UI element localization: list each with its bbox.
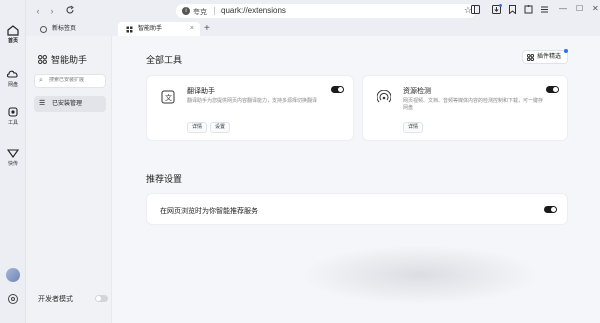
grid-icon xyxy=(38,55,47,64)
broadcast-icon xyxy=(377,90,391,103)
notification-dot xyxy=(564,49,568,53)
extension-card-resource: 资源检测 网页视频、文档、音频等媒体内容的检测控制和下载，可一键存 网盘 详情 xyxy=(362,75,568,141)
url-text: quark://extensions xyxy=(221,6,286,15)
grid-icon xyxy=(527,54,534,61)
home-icon xyxy=(7,25,19,36)
tool-icon xyxy=(8,107,18,117)
tab-label: 智能助手 xyxy=(138,26,163,32)
sidebar-item-tools[interactable]: 工具 xyxy=(0,106,26,126)
url-divider xyxy=(214,7,215,15)
sidebar-item-label: 快传 xyxy=(7,161,18,167)
tab-favicon-icon xyxy=(40,26,47,33)
cloud-icon xyxy=(6,70,18,78)
left-sidebar: 首页 网盘 工具 快传 xyxy=(0,0,26,323)
extension-description: 翻译助手为您提供网页内容翻译能力，支持多源择切换翻译 xyxy=(187,98,318,104)
collections-button[interactable] xyxy=(506,5,518,17)
description-line: 网页视频、文档、音频等媒体内容的检测控制和下载，可一键存 xyxy=(403,98,544,104)
tab-bar: 新标签页 智能助手 × + xyxy=(26,22,600,36)
menu-icon xyxy=(540,6,548,13)
refresh-icon xyxy=(66,5,74,14)
menu-button[interactable] xyxy=(538,5,550,17)
settings-button[interactable]: 设置 xyxy=(210,122,231,133)
site-label: 夸克 xyxy=(193,9,207,16)
recommend-toggle[interactable] xyxy=(544,206,557,213)
sidebar-item-cloud[interactable]: 网盘 xyxy=(0,68,26,88)
sidepanel-title: 智能助手 xyxy=(38,53,87,66)
tab-favicon-icon xyxy=(126,26,133,33)
settings-icon[interactable] xyxy=(7,293,19,305)
recommend-setting-label: 在网页浏览时为你智能推荐服务 xyxy=(160,208,258,215)
address-bar[interactable]: i 夸克 quark://extensions ☆ xyxy=(176,4,476,18)
top-toolbar: ‹ › i 夸克 quark://extensions ☆ — ☐ ✕ xyxy=(26,0,600,22)
send-icon xyxy=(6,149,20,158)
extension-search[interactable]: ⌕ xyxy=(34,74,106,88)
search-input[interactable] xyxy=(49,77,103,83)
toggle-knob xyxy=(338,87,343,92)
toggle-knob xyxy=(553,87,558,92)
forward-button[interactable]: › xyxy=(46,5,58,17)
new-tab-button[interactable]: + xyxy=(204,22,210,36)
maximize-button[interactable]: ☐ xyxy=(576,4,583,13)
featured-plugins-button[interactable]: 插件精选 xyxy=(522,49,568,64)
background-blur xyxy=(300,245,540,305)
details-button[interactable]: 详情 xyxy=(403,122,424,133)
extension-description: 网页视频、文档、音频等媒体内容的检测控制和下载，可一键存 网盘 xyxy=(403,98,543,112)
sidebar-item-label: 首页 xyxy=(7,38,18,44)
toggle-knob xyxy=(551,207,556,212)
tab-label: 新标签页 xyxy=(52,26,77,32)
sidebar-item-label: 工具 xyxy=(7,120,18,126)
download-button[interactable] xyxy=(490,4,502,17)
translate-icon: 文 xyxy=(161,90,175,104)
back-button[interactable]: ‹ xyxy=(32,5,44,17)
toggle-knob xyxy=(96,296,101,301)
sidebar-item-installed[interactable]: ☰ 已安装管理 xyxy=(34,96,106,112)
tab-assistant[interactable]: 智能助手 × xyxy=(118,22,200,36)
dev-mode-toggle[interactable] xyxy=(95,295,108,302)
sidebar-item-home[interactable]: 首页 xyxy=(0,24,26,44)
extension-card-translate: 文 翻译助手 翻译助手为您提供网页内容翻译能力，支持多源择切换翻译 详情 设置 xyxy=(146,75,354,141)
extension-toggle[interactable] xyxy=(546,86,559,93)
notification-dot xyxy=(499,4,502,7)
sidepanel-title-text: 智能助手 xyxy=(51,55,88,65)
sidebar-item-label: 网盘 xyxy=(7,82,18,88)
sidebar-item-label: 已安装管理 xyxy=(52,101,83,107)
extension-name: 翻译助手 xyxy=(187,88,215,95)
section-heading-all-tools: 全部工具 xyxy=(146,55,183,65)
panel-icon xyxy=(470,5,480,14)
extensions-button[interactable] xyxy=(522,5,534,17)
extension-name: 资源检测 xyxy=(403,88,431,95)
search-icon: ⌕ xyxy=(39,77,43,84)
recommend-setting-row: 在网页浏览时为你智能推荐服务 xyxy=(146,193,568,225)
info-icon: i xyxy=(182,7,190,15)
close-button[interactable]: ✕ xyxy=(592,4,599,13)
extensions-sidepanel: 智能助手 ⌕ ☰ 已安装管理 开发者模式 xyxy=(26,36,112,323)
refresh-button[interactable] xyxy=(64,5,76,17)
sidebar-item-send[interactable]: 快传 xyxy=(0,147,26,167)
section-heading-recommend: 推荐设置 xyxy=(146,174,183,184)
minimize-button[interactable]: — xyxy=(559,4,567,13)
puzzle-icon xyxy=(524,5,532,14)
sidebar-toggle-button[interactable] xyxy=(469,5,481,17)
bookmark-icon xyxy=(508,5,516,15)
tab-new-tab[interactable]: 新标签页 xyxy=(32,22,116,36)
featured-plugins-label: 插件精选 xyxy=(537,54,562,60)
tab-close-icon[interactable]: × xyxy=(190,22,194,36)
description-line: 网盘 xyxy=(403,105,414,111)
extension-toggle[interactable] xyxy=(331,86,344,93)
dev-mode-label: 开发者模式 xyxy=(38,296,73,303)
list-icon: ☰ xyxy=(39,100,46,107)
details-button[interactable]: 详情 xyxy=(187,122,208,133)
svg-text:文: 文 xyxy=(165,93,172,102)
avatar[interactable] xyxy=(6,268,20,282)
